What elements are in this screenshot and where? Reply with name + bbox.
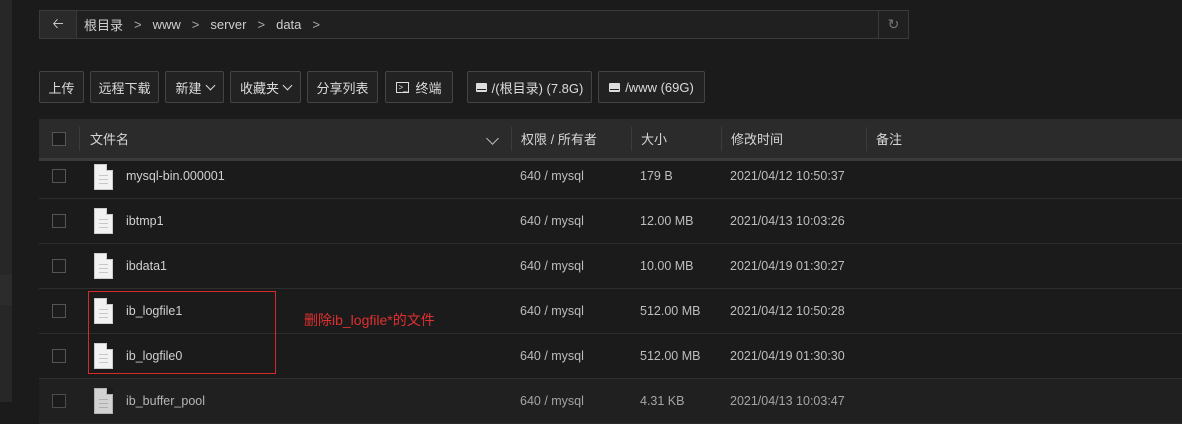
file-size: 12.00 MB	[640, 214, 694, 228]
checkbox-box	[52, 304, 66, 318]
select-all-checkbox[interactable]	[52, 119, 66, 158]
upload-button[interactable]: 上传	[39, 71, 84, 103]
left-sidebar-edge	[0, 0, 12, 402]
terminal-button[interactable]: >_ 终端	[385, 71, 453, 103]
file-size: 512.00 MB	[640, 304, 701, 318]
column-divider	[79, 127, 80, 151]
file-name[interactable]: mysql-bin.000001	[126, 154, 225, 198]
row-checkbox[interactable]	[52, 334, 66, 378]
crumb-separator-icon: >	[312, 17, 320, 32]
crumb-separator-icon: >	[257, 17, 266, 32]
row-checkbox[interactable]	[52, 199, 66, 243]
remote-download-label: 远程下载	[98, 80, 151, 96]
file-mtime: 2021/04/13 10:03:26	[730, 214, 845, 228]
file-icon	[94, 208, 113, 234]
column-divider	[866, 127, 867, 151]
row-checkbox[interactable]	[52, 244, 66, 288]
terminal-label: 终端	[415, 80, 442, 96]
file-size: 512.00 MB	[640, 349, 701, 363]
refresh-button[interactable]: ↻	[878, 11, 908, 38]
refresh-icon: ↻	[887, 16, 900, 32]
file-size: 10.00 MB	[640, 259, 694, 273]
favorites-dropdown-button[interactable]: 收藏夹	[230, 71, 301, 103]
table-row[interactable]: ibtmp1 640 / mysql 12.00 MB 2021/04/13 1…	[39, 199, 1182, 244]
crumb-root[interactable]: 根目录	[84, 15, 123, 34]
arrow-left-icon: 🡠	[52, 14, 64, 31]
file-perm[interactable]: 640 / mysql	[520, 334, 584, 378]
crumb-separator-icon: >	[191, 17, 200, 32]
file-name[interactable]: ibdata1	[126, 244, 167, 288]
crumb-www[interactable]: www	[153, 17, 181, 32]
annotation-note: 删除ib_logfile*的文件	[304, 312, 435, 328]
file-size: 179 B	[640, 169, 673, 183]
checkbox-box	[52, 169, 66, 183]
crumb-server[interactable]: server	[210, 17, 246, 32]
disk-root-label: /(根目录) (7.8G)	[491, 80, 584, 96]
file-mtime: 2021/04/19 01:30:30	[730, 349, 845, 363]
header-perm[interactable]: 权限 / 所有者	[521, 119, 597, 158]
column-divider	[511, 127, 512, 151]
chevron-down-icon	[486, 132, 499, 145]
back-button[interactable]: 🡠	[40, 11, 77, 38]
new-label: 新建	[175, 80, 202, 96]
header-name[interactable]: 文件名	[90, 119, 129, 158]
disk-icon	[475, 82, 487, 92]
checkbox-box	[52, 131, 66, 146]
checkbox-box	[52, 259, 66, 273]
file-perm[interactable]: 640 / mysql	[520, 379, 584, 423]
table-row[interactable]: mysql-bin.000001 640 / mysql 179 B 2021/…	[39, 154, 1182, 199]
header-size[interactable]: 大小	[641, 119, 667, 158]
file-size: 4.31 KB	[640, 394, 685, 408]
disk-root-button[interactable]: /(根目录) (7.8G)	[467, 71, 592, 103]
checkbox-box	[52, 214, 66, 228]
file-mtime: 2021/04/19 01:30:27	[730, 259, 845, 273]
file-mtime: 2021/04/13 10:03:47	[730, 394, 845, 408]
disk-icon	[609, 82, 621, 92]
row-checkbox[interactable]	[52, 289, 66, 333]
file-perm[interactable]: 640 / mysql	[520, 244, 584, 288]
checkbox-box	[52, 394, 66, 408]
file-perm[interactable]: 640 / mysql	[520, 154, 584, 198]
annotation-highlight-box	[88, 291, 276, 374]
column-divider	[631, 127, 632, 151]
crumb-data[interactable]: data	[276, 17, 301, 32]
header-note[interactable]: 备注	[876, 119, 902, 158]
crumb-separator-icon: >	[134, 17, 142, 32]
remote-download-button[interactable]: 远程下载	[90, 71, 159, 103]
favorites-label: 收藏夹	[239, 80, 279, 96]
path-bar: 🡠 根目录 > www > server > data > ↻	[39, 10, 909, 39]
table-row[interactable]: ibdata1 640 / mysql 10.00 MB 2021/04/19 …	[39, 244, 1182, 289]
chevron-down-icon	[282, 80, 293, 90]
file-name[interactable]: ib_buffer_pool	[126, 379, 205, 423]
file-icon	[94, 164, 113, 190]
row-checkbox[interactable]	[52, 379, 66, 423]
disk-www-button[interactable]: /www (69G)	[598, 71, 705, 103]
checkbox-box	[52, 349, 66, 363]
header-mtime[interactable]: 修改时间	[731, 119, 783, 158]
file-icon	[94, 388, 113, 414]
chevron-down-icon	[205, 80, 215, 90]
file-icon	[94, 253, 113, 279]
file-mtime: 2021/04/12 10:50:28	[730, 304, 845, 318]
new-dropdown-button[interactable]: 新建	[165, 71, 224, 103]
file-name[interactable]: ibtmp1	[126, 199, 164, 243]
sort-toggle[interactable]	[486, 119, 499, 158]
breadcrumb: 根目录 > www > server > data >	[84, 11, 331, 38]
upload-label: 上传	[48, 80, 75, 96]
file-perm[interactable]: 640 / mysql	[520, 199, 584, 243]
file-mtime: 2021/04/12 10:50:37	[730, 169, 845, 183]
file-perm[interactable]: 640 / mysql	[520, 289, 584, 333]
share-list-button[interactable]: 分享列表	[307, 71, 378, 103]
share-list-label: 分享列表	[316, 80, 369, 96]
row-checkbox[interactable]	[52, 154, 66, 198]
terminal-icon: >_	[396, 81, 410, 93]
disk-www-label: /www (69G)	[625, 79, 694, 95]
column-divider	[721, 127, 722, 151]
